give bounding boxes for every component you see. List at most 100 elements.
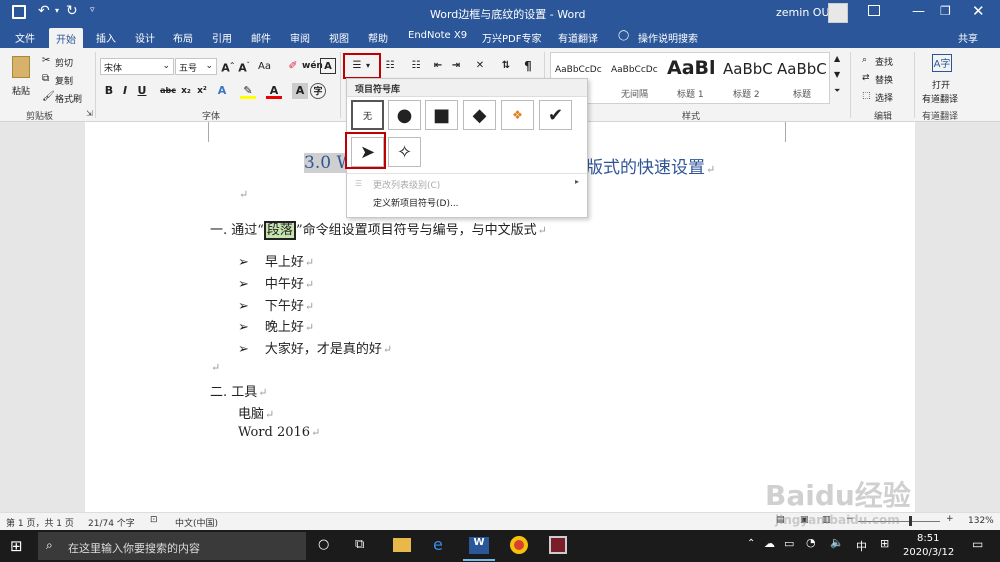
paste-button[interactable]: 粘贴 xyxy=(10,54,36,102)
gallery-scroll-up-icon[interactable]: ▲ xyxy=(834,54,840,63)
find-button[interactable]: 查找 xyxy=(875,55,893,68)
line-pc[interactable]: 电脑↵ xyxy=(238,403,274,422)
change-case-button[interactable]: Aa xyxy=(258,61,271,72)
font-size-select[interactable]: 五号 ⌄ xyxy=(175,58,217,75)
list-item-1[interactable]: 一. 通过“ 段落 ”命令组设置项目符号与编号，与中文版式↵ xyxy=(210,219,547,240)
clock-date[interactable]: 2020/3/12 xyxy=(903,547,954,558)
battery-icon[interactable]: ▭ xyxy=(784,537,794,550)
tab-help[interactable]: 帮助 xyxy=(368,30,388,45)
bullet-star-option[interactable]: ✧ xyxy=(388,137,421,167)
italic-icon[interactable]: I xyxy=(117,83,133,99)
youdao-translate-label[interactable]: 有道翻译 xyxy=(922,92,958,105)
underline-icon[interactable]: U xyxy=(134,83,150,99)
chinese-layout-icon[interactable]: ✕ xyxy=(472,58,488,74)
word-app-icon[interactable]: W xyxy=(469,537,489,554)
tab-mailings[interactable]: 邮件 xyxy=(251,30,271,45)
tab-references[interactable]: 引用 xyxy=(212,30,232,45)
line-word[interactable]: Word 2016↵ xyxy=(238,425,320,440)
cortana-icon[interactable]: ○ xyxy=(318,537,329,552)
word-count[interactable]: 21/74 个字 xyxy=(88,516,135,529)
tab-endnote[interactable]: EndNote X9 xyxy=(408,30,467,41)
taskbar-search-box[interactable]: ⌕ 在这里输入你要搜索的内容 xyxy=(38,532,306,560)
subscript-icon[interactable]: x₂ xyxy=(178,83,194,99)
file-explorer-icon[interactable] xyxy=(393,538,411,552)
ime-indicator[interactable]: 中 xyxy=(856,538,867,554)
bullet-item[interactable]: ➢ 中午好↵ xyxy=(238,273,314,292)
highlighted-word[interactable]: 段落 xyxy=(263,221,296,240)
list-item-2[interactable]: 二. 工具↵ xyxy=(210,381,267,400)
dialog-launcher-icon[interactable]: ⇲ xyxy=(86,109,93,118)
restore-icon[interactable]: ❐ xyxy=(940,4,951,18)
style-no-spacing[interactable]: AaBbCcDc 无间隔 xyxy=(609,53,663,103)
save-icon[interactable] xyxy=(12,5,26,19)
windows-start-icon[interactable]: ⊞ xyxy=(10,537,23,555)
zoom-level[interactable]: 132% xyxy=(968,516,994,526)
bullet-item[interactable]: ➢ 晚上好↵ xyxy=(238,316,314,335)
bold-icon[interactable]: B xyxy=(101,83,117,99)
font-color-icon[interactable]: A xyxy=(266,83,282,99)
highlight-icon[interactable]: ✎ xyxy=(240,83,256,99)
undo-icon[interactable]: ↶ xyxy=(38,3,50,19)
open-translate-button[interactable]: 打开 xyxy=(932,78,950,91)
style-heading-2[interactable]: AaBbC 标题 2 xyxy=(721,53,775,103)
tab-youdao[interactable]: 有道翻译 xyxy=(558,30,598,45)
style-title[interactable]: AaBbC 标题 xyxy=(775,53,829,103)
customize-qat-icon[interactable]: ▿ xyxy=(90,5,95,15)
tab-wondershare-pdf[interactable]: 万兴PDF专家 xyxy=(482,30,541,45)
zoom-in-icon[interactable]: + xyxy=(946,514,954,524)
bullet-check-option[interactable]: ✔ xyxy=(539,100,572,130)
grow-font-icon[interactable]: A^ xyxy=(220,58,236,75)
minimize-icon[interactable]: — xyxy=(912,4,925,19)
change-list-level-item[interactable]: 更改列表级别(C) xyxy=(373,178,440,191)
define-new-bullet-item[interactable]: 定义新项目符号(D)... xyxy=(373,196,459,209)
style-heading-1[interactable]: AaBl 标题 1 xyxy=(665,53,719,103)
edge-icon[interactable]: e xyxy=(433,535,443,554)
gallery-scroll-down-icon[interactable]: ▼ xyxy=(834,70,840,79)
bullet-color-diamond-option[interactable]: ❖ xyxy=(501,100,534,130)
page-count[interactable]: 第 1 页，共 1 页 xyxy=(6,516,74,529)
notification-icon[interactable]: ▭ xyxy=(972,537,983,551)
strikethrough-icon[interactable]: abc xyxy=(160,83,176,99)
share-button[interactable]: 共享 xyxy=(958,30,978,45)
replace-button[interactable]: 替换 xyxy=(875,73,893,86)
language[interactable]: 中文(中国) xyxy=(175,516,218,529)
tab-layout[interactable]: 布局 xyxy=(173,30,193,45)
chrome-icon[interactable] xyxy=(510,536,528,554)
text-effects-icon[interactable]: A xyxy=(214,83,230,99)
media-player-icon[interactable] xyxy=(549,536,567,554)
wifi-icon[interactable]: ◔ xyxy=(806,536,816,549)
styles-gallery[interactable]: AaBbCcDc AaBbCcDc 无间隔 AaBl 标题 1 AaBbC 标题… xyxy=(550,52,830,104)
gallery-more-icon[interactable]: ⏷ xyxy=(834,86,840,96)
undo-dropdown-icon[interactable]: ▾ xyxy=(55,6,59,15)
zoom-slider-thumb[interactable] xyxy=(909,516,912,526)
ribbon-display-options-icon[interactable] xyxy=(868,5,880,16)
bullet-item[interactable]: ➢ 大家好，才是真的好↵ xyxy=(238,338,392,357)
heading-right[interactable]: 版式的快速设置↵ xyxy=(586,153,715,178)
bullet-item[interactable]: ➢ 下午好↵ xyxy=(238,295,314,314)
shrink-font-icon[interactable]: Aˇ xyxy=(236,58,252,75)
clear-formatting-icon[interactable]: ✐ xyxy=(285,58,301,74)
tab-design[interactable]: 设计 xyxy=(135,30,155,45)
redo-icon[interactable]: ↻ xyxy=(66,3,78,19)
tab-view[interactable]: 视图 xyxy=(329,30,349,45)
task-view-icon[interactable]: ⧉ xyxy=(355,537,364,552)
tab-insert[interactable]: 插入 xyxy=(96,30,116,45)
tab-review[interactable]: 审阅 xyxy=(290,30,310,45)
avatar[interactable] xyxy=(828,3,848,23)
volume-icon[interactable]: 🔈 xyxy=(830,536,844,549)
multilevel-list-button[interactable]: ☷ xyxy=(408,58,424,74)
tab-file[interactable]: 文件 xyxy=(15,30,35,45)
clock-time[interactable]: 8:51 xyxy=(917,533,939,544)
onedrive-icon[interactable]: ☁ xyxy=(764,537,775,550)
close-icon[interactable]: ✕ xyxy=(972,2,985,20)
bullet-item[interactable]: ➢ 早上好↵ xyxy=(238,251,314,270)
enclose-characters-icon[interactable]: 字 xyxy=(310,83,326,99)
sort-icon[interactable]: ⇅ xyxy=(498,58,514,74)
ime-mode-icon[interactable]: ⊞ xyxy=(880,537,889,550)
font-name-select[interactable]: 宋体 ⌄ xyxy=(100,58,174,75)
character-border-icon[interactable]: A xyxy=(320,58,336,74)
format-painter-button[interactable]: 格式刷 xyxy=(55,92,82,105)
show-hidden-icons[interactable]: ⌃ xyxy=(747,538,755,549)
numbering-button[interactable]: ☷ xyxy=(382,58,398,74)
cut-button[interactable]: 剪切 xyxy=(55,56,73,69)
